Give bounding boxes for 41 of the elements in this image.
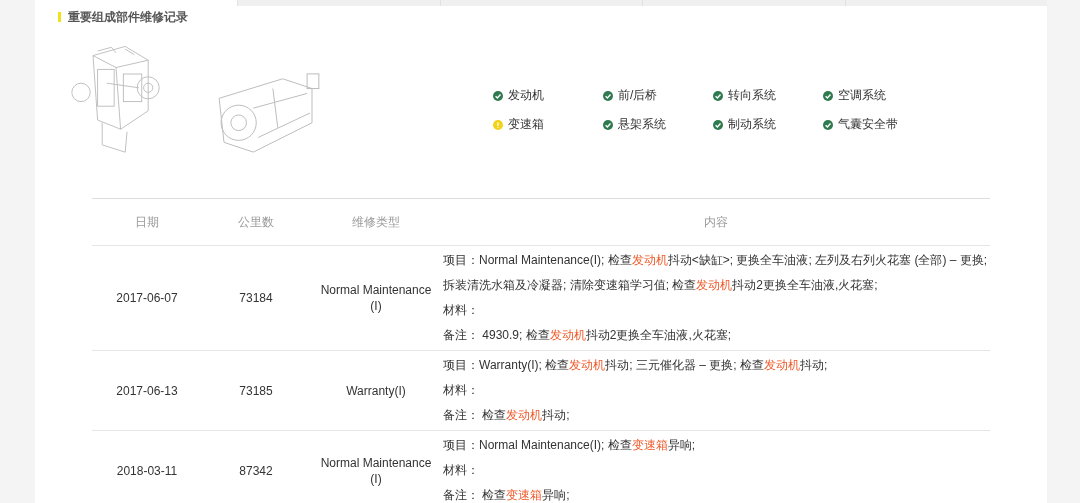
content-line: 拆装清洗水箱及冷凝器; 清除变速箱学习值; 检查发动机抖动2更换全车油液,火花塞; [443,277,878,294]
table-cell: 73184 [239,291,273,305]
column-header: 维修类型 [310,198,442,246]
content-line: 材料： [443,462,479,479]
table-cell: 2017-06-07 [116,291,178,305]
content-line: 项目：Normal Maintenance(I); 检查发动机抖动<缺缸>; 更换全车油液; 左列及右列火花塞 (全部) – 更换; [443,252,988,269]
title-marker [58,12,61,22]
check-icon [713,119,723,130]
check-icon [603,90,613,101]
table-cell: 73185 [239,383,273,398]
check-icon [823,119,833,130]
content-line: 材料： [443,302,479,319]
content-line: 项目：Warranty(I); 检查发动机抖动; 三元催化器 – 更换; 检查发动机抖动; [443,357,828,374]
component-label: 发动机 [508,87,544,104]
table-cell-text: Warranty(I) [345,382,407,399]
check-icon [603,119,613,130]
component-label: 气囊安全带 [838,116,898,133]
component-label: 前/后桥 [618,87,658,104]
content-line: 备注： 4930.9; 检查发动机抖动2更换全车油液,火花塞; [443,327,732,344]
check-icon [823,90,833,101]
column-header: 内容 [442,198,990,246]
table-cell: Normal Maintenance(I) [320,282,432,314]
column-header: 日期 [92,198,202,246]
section-title: 重要组成部件维修记录 [68,8,188,26]
column-header: 公里数 [202,198,310,246]
component-label: 空调系统 [838,87,886,104]
check-icon [493,90,503,101]
content-line: 备注： 检查发动机抖动; [443,407,570,424]
table-cell: 87342 [239,463,273,478]
table-cell: Normal Maintenance(I) [320,454,432,487]
table-cell: 2018-03-11 [116,463,178,478]
content-line: 材料： [443,382,479,399]
check-icon [713,90,723,101]
component-label: 制动系统 [728,116,776,133]
table-cell: 2017-06-13 [116,383,178,398]
content-line: 备注： 检查变速箱异响; [443,487,570,503]
warning-icon [493,119,503,130]
component-label: 悬架系统 [618,116,666,133]
content-line: 项目：Normal Maintenance(I); 检查变速箱异响; [443,437,696,454]
component-label: 变速箱 [508,116,544,133]
component-label: 转向系统 [728,87,776,104]
